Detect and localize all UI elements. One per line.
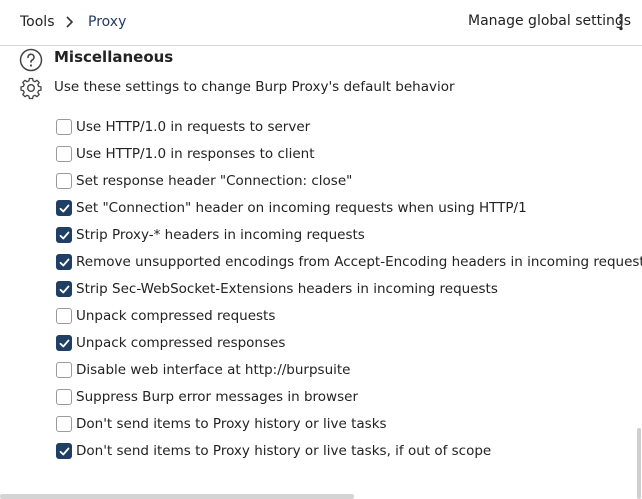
- option-label: Suppress Burp error messages in browser: [76, 388, 358, 405]
- checkmark-icon: [59, 258, 70, 266]
- option-row[interactable]: Use HTTP/1.0 in requests to server: [56, 113, 642, 140]
- option-row[interactable]: Unpack compressed requests: [56, 302, 642, 329]
- option-label: Disable web interface at http://burpsuit…: [76, 361, 351, 378]
- option-label: Strip Sec-WebSocket-Extensions headers i…: [76, 280, 498, 297]
- manage-global-settings-button[interactable]: Manage global settings: [468, 13, 631, 29]
- option-checkbox[interactable]: [56, 199, 72, 216]
- option-checkbox[interactable]: [56, 280, 72, 297]
- chevron-right-icon: [66, 16, 74, 28]
- option-label: Don't send items to Proxy history or liv…: [76, 442, 492, 459]
- option-checkbox[interactable]: [56, 253, 72, 270]
- checkmark-icon: [59, 231, 70, 239]
- option-row[interactable]: Remove unsupported encodings from Accept…: [56, 248, 642, 275]
- option-label: Don't send items to Proxy history or liv…: [76, 415, 387, 432]
- help-icon[interactable]: [19, 48, 43, 72]
- gear-icon: [20, 77, 42, 100]
- option-label: Set response header "Connection: close": [76, 172, 353, 189]
- checkmark-icon: [59, 285, 70, 293]
- option-row[interactable]: Strip Proxy-* headers in incoming reques…: [56, 221, 642, 248]
- option-row[interactable]: Use HTTP/1.0 in responses to client: [56, 140, 642, 167]
- header-bar: Tools Proxy Manage global settings: [0, 0, 642, 46]
- option-checkbox[interactable]: [56, 118, 72, 135]
- section-title: Miscellaneous: [54, 48, 174, 66]
- option-row[interactable]: Don't send items to Proxy history or liv…: [56, 410, 642, 437]
- checkmark-icon: [59, 204, 70, 212]
- option-checkbox[interactable]: [56, 145, 72, 162]
- vertical-scrollbar[interactable]: [637, 428, 641, 499]
- option-label: Use HTTP/1.0 in responses to client: [76, 145, 315, 162]
- option-checkbox[interactable]: [56, 172, 72, 189]
- option-checkbox[interactable]: [56, 307, 72, 324]
- option-label: Set "Connection" header on incoming requ…: [76, 199, 527, 216]
- breadcrumb-tools[interactable]: Tools: [20, 14, 55, 30]
- proxy-settings-page: Tools Proxy Manage global settings Misce…: [0, 0, 642, 499]
- option-row[interactable]: Suppress Burp error messages in browser: [56, 383, 642, 410]
- option-checkbox[interactable]: [56, 442, 72, 459]
- option-label: Strip Proxy-* headers in incoming reques…: [76, 226, 365, 243]
- option-row[interactable]: Strip Sec-WebSocket-Extensions headers i…: [56, 275, 642, 302]
- options-list: Use HTTP/1.0 in requests to server Use HT…: [56, 113, 642, 464]
- option-checkbox[interactable]: [56, 334, 72, 351]
- breadcrumb-proxy[interactable]: Proxy: [88, 14, 126, 30]
- option-checkbox[interactable]: [56, 361, 72, 378]
- horizontal-scrollbar[interactable]: [0, 494, 354, 499]
- option-row[interactable]: Set "Connection" header on incoming requ…: [56, 194, 642, 221]
- option-row[interactable]: Set response header "Connection: close": [56, 167, 642, 194]
- checkmark-icon: [59, 447, 70, 455]
- section-description: Use these settings to change Burp Proxy'…: [54, 79, 455, 95]
- option-label: Remove unsupported encodings from Accept…: [76, 253, 642, 270]
- checkmark-icon: [59, 339, 70, 347]
- option-label: Unpack compressed responses: [76, 334, 286, 351]
- kebab-menu-icon[interactable]: [616, 12, 626, 32]
- option-checkbox[interactable]: [56, 226, 72, 243]
- option-checkbox[interactable]: [56, 388, 72, 405]
- option-checkbox[interactable]: [56, 415, 72, 432]
- option-label: Unpack compressed requests: [76, 307, 276, 324]
- option-row[interactable]: Don't send items to Proxy history or liv…: [56, 437, 642, 464]
- option-row[interactable]: Disable web interface at http://burpsuit…: [56, 356, 642, 383]
- option-row[interactable]: Unpack compressed responses: [56, 329, 642, 356]
- option-label: Use HTTP/1.0 in requests to server: [76, 118, 311, 135]
